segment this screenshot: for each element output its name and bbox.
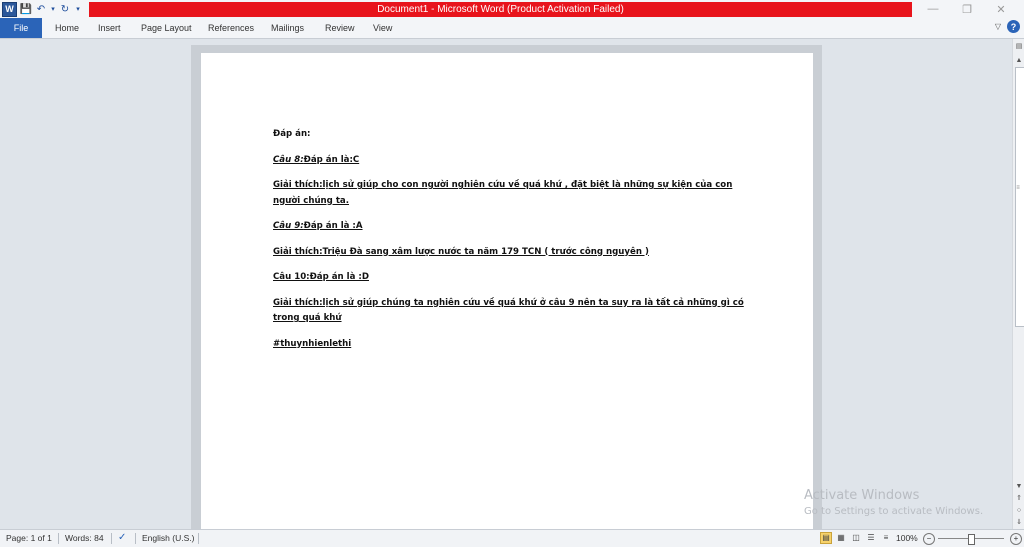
document-workspace: Đáp án: Câu 8:Đáp án là:C Giải thích:lịch … [0, 39, 1012, 529]
document-body[interactable]: Đáp án: Câu 8:Đáp án là:C Giải thích:lịch … [273, 127, 745, 362]
ruler-toggle-icon[interactable]: ▤ [1014, 41, 1024, 51]
paragraph-text: Giải thích:lịch sử giúp chúng ta nghiên … [273, 297, 744, 324]
tab-view[interactable]: View [373, 18, 392, 38]
tab-insert[interactable]: Insert [98, 18, 121, 38]
paragraph-text: Câu 9: [273, 221, 304, 231]
document-paragraph[interactable]: Giải thích:lịch sử giúp cho con người ng… [273, 178, 745, 209]
window-controls: — ❐ ✕ [916, 0, 1018, 18]
browse-object-icon[interactable]: ○ [1014, 505, 1024, 515]
paragraph-text: Câu 8: [273, 154, 304, 165]
paragraph-text: Đáp án là:C [303, 154, 360, 165]
tab-mailings[interactable]: Mailings [271, 18, 304, 38]
scroll-up-icon[interactable]: ▲ [1014, 55, 1024, 65]
document-paragraph[interactable]: Giải thích:lịch sử giúp chúng ta nghiên … [273, 296, 745, 327]
full-screen-reading-icon[interactable]: ▦ [835, 532, 847, 544]
minimize-ribbon-icon[interactable]: ▽ [995, 22, 1001, 31]
view-buttons: ▤ ▦ ◫ ☰ ≡ [820, 532, 892, 544]
status-divider [198, 533, 199, 544]
ribbon-right-controls: ▽ ? [995, 20, 1020, 33]
window-title: Document1 - Microsoft Word (Product Acti… [89, 2, 912, 17]
quick-access-toolbar: W 💾 ↶ ▾ ↻ ▾ [0, 0, 82, 18]
status-divider [111, 533, 112, 544]
word-count[interactable]: Words: 84 [65, 530, 104, 547]
vertical-scrollbar[interactable]: ▤ ▲ ≡ ▼ ⇑ ○ ⇓ [1012, 39, 1024, 529]
status-divider [135, 533, 136, 544]
proofing-icon[interactable]: ✓ [118, 532, 130, 544]
tab-file[interactable]: File [0, 18, 42, 38]
undo-icon[interactable]: ↶ [35, 3, 47, 15]
outline-icon[interactable]: ☰ [865, 532, 877, 544]
document-paragraph[interactable]: Đáp án: [273, 127, 745, 143]
word-icon[interactable]: W [2, 1, 17, 17]
zoom-out-icon[interactable]: − [923, 533, 935, 545]
language[interactable]: English (U.S.) [142, 530, 194, 547]
close-icon[interactable]: ✕ [984, 0, 1018, 18]
zoom-slider-thumb[interactable] [968, 534, 975, 545]
scroll-down-icon[interactable]: ▼ [1014, 481, 1024, 491]
activation-watermark: Activate Windows Go to Settings to activ… [804, 488, 983, 517]
minimize-icon[interactable]: — [916, 0, 950, 18]
customize-icon[interactable]: ▾ [74, 3, 82, 15]
document-paragraph[interactable]: Câu 10:Đáp án là :D [273, 270, 745, 286]
paragraph-text: Đáp án là :A [303, 221, 363, 231]
tab-home[interactable]: Home [55, 18, 79, 38]
tab-page-layout[interactable]: Page Layout [141, 18, 192, 38]
web-layout-icon[interactable]: ◫ [850, 532, 862, 544]
paragraph-text: #thuynhienlethi [273, 338, 352, 349]
tab-references[interactable]: References [208, 18, 254, 38]
undo-dropdown-icon[interactable]: ▾ [50, 3, 56, 15]
paragraph-text: Đáp án: [273, 129, 311, 139]
document-page[interactable]: Đáp án: Câu 8:Đáp án là:C Giải thích:lịch … [201, 53, 813, 529]
zoom-in-icon[interactable]: + [1010, 533, 1022, 545]
paragraph-text: Câu 10:Đáp án là :D [273, 272, 369, 282]
status-divider [58, 533, 59, 544]
tab-review[interactable]: Review [325, 18, 355, 38]
save-icon[interactable]: 💾 [20, 3, 32, 15]
restore-icon[interactable]: ❐ [950, 0, 984, 18]
document-paragraph[interactable]: Câu 8:Đáp án là:C [273, 153, 745, 169]
paragraph-text: Giải thích:lịch sử giúp cho con người ng… [273, 180, 733, 206]
scroll-grip-icon: ≡ [1016, 185, 1020, 191]
ribbon-tabs: File Home Insert Page Layout References … [0, 18, 1024, 39]
draft-icon[interactable]: ≡ [880, 532, 892, 544]
document-paragraph[interactable]: #thuynhienlethi [273, 337, 745, 353]
status-bar: Page: 1 of 1 Words: 84 ✓ English (U.S.) … [0, 529, 1024, 547]
previous-page-icon[interactable]: ⇑ [1014, 493, 1024, 503]
watermark-subtitle: Go to Settings to activate Windows. [804, 506, 984, 517]
scroll-thumb[interactable] [1015, 67, 1024, 327]
title-bar: W 💾 ↶ ▾ ↻ ▾ Document1 - Microsoft Word (… [0, 0, 1024, 18]
document-paragraph[interactable]: Giải thích:Triệu Đà sang xâm lược nước t… [273, 245, 745, 261]
paragraph-text: Giải thích:Triệu Đà sang xâm lược nước t… [273, 246, 649, 257]
page-count[interactable]: Page: 1 of 1 [6, 530, 52, 547]
watermark-title: Activate Windows [804, 488, 920, 503]
document-paragraph[interactable]: Câu 9:Đáp án là :A [273, 219, 745, 235]
zoom-level[interactable]: 100% [896, 530, 918, 547]
next-page-icon[interactable]: ⇓ [1014, 517, 1024, 527]
help-icon[interactable]: ? [1007, 20, 1020, 33]
redo-icon[interactable]: ↻ [59, 3, 71, 15]
print-layout-icon[interactable]: ▤ [820, 532, 832, 544]
